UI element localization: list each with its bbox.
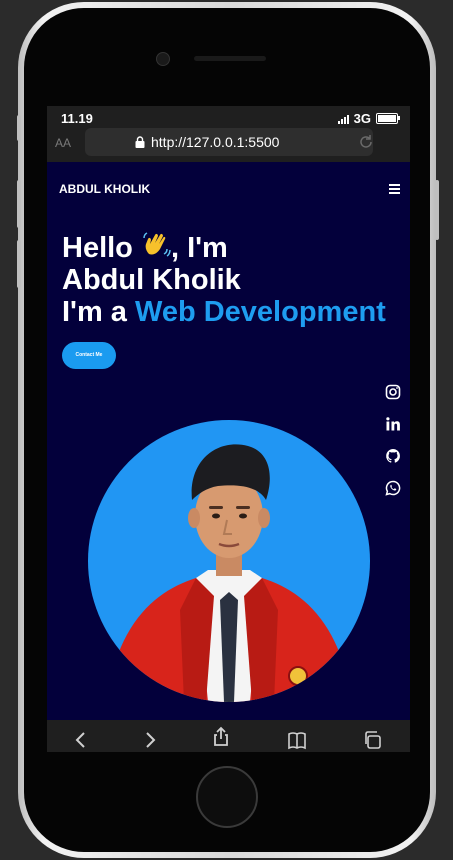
contact-me-button[interactable]: Contact Me [62,342,116,369]
hero-greeting: Hello [62,232,141,264]
status-bar: 11.19 3G [47,106,410,128]
earpiece-speaker [194,56,266,61]
url-text: http://127.0.0.1:5500 [151,134,280,150]
reload-icon[interactable] [357,133,375,151]
profile-photo [88,420,370,702]
linkedin-icon[interactable] [385,416,401,432]
browser-url-bar: AA http://127.0.0.1:5500 [47,128,410,162]
mute-switch [17,115,21,141]
hamburger-menu-icon[interactable] [389,184,400,196]
status-right: 3G [337,111,400,126]
signal-icon [337,114,349,124]
battery-icon [376,113,400,124]
hero-name: Abdul Kholik [62,264,241,296]
power-button [435,180,439,240]
person-illustration [106,444,352,702]
volume-up-button [17,180,21,228]
forward-icon[interactable] [140,730,160,750]
browser-toolbar [47,720,410,752]
status-time: 11.19 [61,111,93,126]
hero-greeting-end: , I'm [170,232,228,264]
hero-line-3: I'm a Web Development [62,296,386,328]
github-icon[interactable] [385,448,401,464]
address-field[interactable]: AA http://127.0.0.1:5500 [55,128,375,156]
url-display[interactable]: http://127.0.0.1:5500 [135,134,279,150]
home-button[interactable] [196,766,258,828]
back-icon[interactable] [71,730,91,750]
bookmarks-icon[interactable] [287,730,307,750]
screen: 11.19 3G AA http://127.0.0.1:5500 ABDUL … [47,106,410,752]
text-size-button[interactable]: AA [55,136,71,150]
network-label: 3G [353,111,371,126]
front-camera [156,52,170,66]
volume-down-button [17,240,21,288]
hero-line-1: Hello , I'm [62,230,386,264]
hero-heading: Hello , I'm Abdul Kholik I'm a Web Devel… [62,230,386,328]
tabs-icon[interactable] [363,730,383,750]
waving-hand-icon [143,232,171,257]
instagram-icon[interactable] [385,384,401,400]
hero-role: Web Development [134,296,386,328]
lock-icon [135,136,145,148]
site-navbar: ABDUL KHOLIK [47,162,410,202]
whatsapp-icon[interactable] [385,480,401,496]
site-brand[interactable]: ABDUL KHOLIK [59,182,150,196]
hero-role-prefix: I'm a [62,296,135,328]
share-icon[interactable] [211,726,231,746]
